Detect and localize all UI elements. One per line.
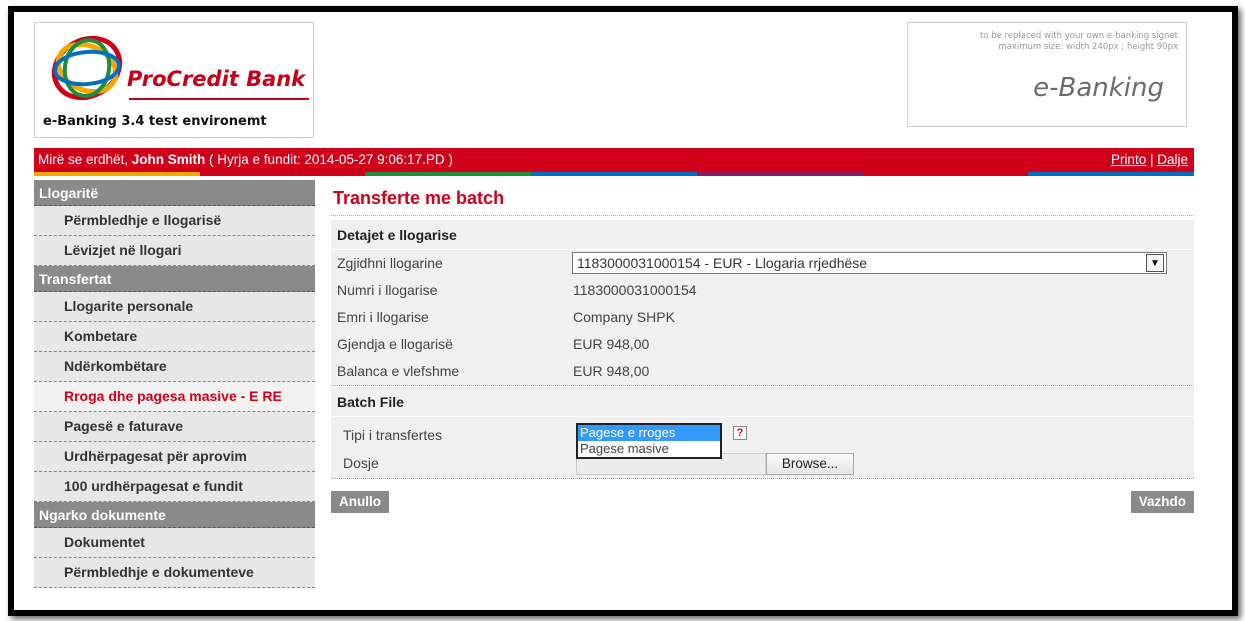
- sidebar-item[interactable]: Kombetare: [34, 322, 315, 352]
- detail-value: EUR 948,00: [573, 363, 650, 379]
- action-bar: Anullo Vazhdo: [331, 479, 1194, 519]
- detail-label: Gjendja e llogarisë: [337, 336, 453, 352]
- color-stripe: [34, 172, 1195, 176]
- signet-note-line-2: maximum size: width 240px ; height 90px: [998, 42, 1178, 52]
- account-details-rows: Numri i llogarise 1183000031000154 Emri i …: [331, 277, 1194, 385]
- main-content: Transferte me batch Detajet e llogarise …: [331, 180, 1194, 519]
- account-select-row: Zgjidhni llogarine 1183000031000154 - EU…: [331, 250, 1194, 277]
- account-detail-row: Balanca e vlefshme EUR 948,00: [331, 358, 1194, 385]
- transfer-type-dropdown[interactable]: Pagese e rroges Pagese masive: [576, 423, 722, 459]
- continue-button[interactable]: Vazhdo: [1130, 491, 1194, 513]
- stripe-segment: [862, 172, 1029, 176]
- account-select-label: Zgjidhni llogarine: [337, 255, 443, 271]
- signet-title: e-Banking: [1033, 73, 1164, 103]
- help-icon[interactable]: ?: [733, 426, 747, 440]
- user-name: John Smith: [131, 152, 206, 167]
- app-subtitle: e-Banking 3.4 test environemt: [43, 114, 267, 129]
- sidebar-item[interactable]: Dokumentet: [34, 528, 315, 558]
- account-detail-row: Emri i llogarise Company SHPK: [331, 304, 1194, 331]
- batch-file-heading: Batch File: [331, 387, 1194, 417]
- welcome-bar: Mirë se erdhët, John Smith ( Hyrja e fun…: [34, 148, 1194, 172]
- print-link[interactable]: Printo: [1111, 152, 1146, 167]
- sidebar-item[interactable]: Lëvizjet në llogari: [34, 236, 315, 266]
- batch-file-section: Batch File Tipi i transfertes Pagese e r…: [331, 387, 1194, 479]
- detail-value: EUR 948,00: [573, 336, 650, 352]
- account-details-heading: Detajet e llogarise: [331, 220, 1194, 250]
- transfer-type-option[interactable]: Pagese masive: [578, 441, 720, 457]
- detail-label: Balanca e vlefshme: [337, 363, 460, 379]
- sidebar-item[interactable]: Rroga dhe pagesa masive - E RE: [34, 382, 315, 412]
- detail-value: 1183000031000154: [573, 282, 697, 298]
- sidebar-item[interactable]: Përmbledhje e dokumenteve: [34, 558, 315, 588]
- stripe-segment: [199, 172, 366, 176]
- stripe-segment: [1028, 172, 1195, 176]
- stripe-segment: [696, 172, 863, 176]
- detail-value: Company SHPK: [573, 309, 675, 325]
- sidebar-item[interactable]: Pagesë e faturave: [34, 412, 315, 442]
- sidebar-section-heading: Transfertat: [34, 266, 315, 292]
- welcome-greeting: Mirë se erdhët,: [38, 152, 132, 167]
- transfer-type-label: Tipi i transfertes: [343, 427, 443, 443]
- last-login: ( Hyrja e fundit: 2014-05-27 9:06:17.PD …: [205, 152, 453, 167]
- sidebar-item[interactable]: Llogarite personale: [34, 292, 315, 322]
- file-label: Dosje: [343, 455, 379, 471]
- sidebar-item[interactable]: Urdhërpagesat për aprovim: [34, 442, 315, 472]
- header-links: Printo | Dalje: [1111, 148, 1188, 172]
- sidebar-section-heading: Llogaritë: [34, 180, 315, 206]
- sidebar-item[interactable]: 100 urdhërpagesat e fundit: [34, 472, 315, 502]
- stripe-segment: [365, 172, 532, 176]
- ebanking-signet: to be replaced with your own e-banking s…: [907, 22, 1187, 127]
- detail-label: Emri i llogarise: [337, 309, 429, 325]
- logout-link[interactable]: Dalje: [1157, 152, 1188, 167]
- browse-button[interactable]: Browse...: [766, 453, 854, 475]
- procredit-rings-icon: [51, 35, 123, 101]
- page-title: Transferte me batch: [331, 180, 1194, 216]
- account-select-value: 1183000031000154 - EUR - Llogaria rrjedh…: [577, 255, 868, 271]
- signet-note-line-1: to be replaced with your own e-banking s…: [979, 31, 1178, 41]
- sidebar-item[interactable]: Ndërkombëtare: [34, 352, 315, 382]
- account-detail-row: Gjendja e llogarisë EUR 948,00: [331, 331, 1194, 358]
- signet-note: to be replaced with your own e-banking s…: [980, 31, 1178, 53]
- link-separator: |: [1146, 152, 1158, 167]
- detail-label: Numri i llogarise: [337, 282, 438, 298]
- transfer-type-option[interactable]: Pagese e rroges: [578, 425, 720, 441]
- browser-frame: ProCredit Bank e-Banking 3.4 test enviro…: [8, 6, 1238, 616]
- account-detail-row: Numri i llogarise 1183000031000154: [331, 277, 1194, 304]
- cancel-button[interactable]: Anullo: [331, 491, 389, 513]
- sidebar-nav: Llogaritë Përmbledhje e llogarisë Lëvizjet…: [34, 180, 315, 610]
- sidebar-section-heading: Ngarko dokumente: [34, 502, 315, 528]
- logo-underline: [129, 98, 309, 100]
- stripe-segment: [34, 172, 200, 176]
- account-select[interactable]: 1183000031000154 - EUR - Llogaria rrjedh…: [572, 252, 1167, 274]
- transfer-type-row: Tipi i transfertes Pagese e rroges Pagese…: [331, 421, 1194, 459]
- sidebar-item[interactable]: Përmbledhje e llogarisë: [34, 206, 315, 236]
- bank-name: ProCredit Bank: [127, 67, 306, 91]
- file-row: Dosje Browse...: [331, 445, 1194, 475]
- chevron-down-icon[interactable]: ▼: [1146, 254, 1164, 272]
- bank-logo[interactable]: ProCredit Bank e-Banking 3.4 test enviro…: [34, 22, 314, 138]
- account-details-section: Detajet e llogarise Zgjidhni llogarine 1…: [331, 220, 1194, 386]
- stripe-segment: [531, 172, 697, 176]
